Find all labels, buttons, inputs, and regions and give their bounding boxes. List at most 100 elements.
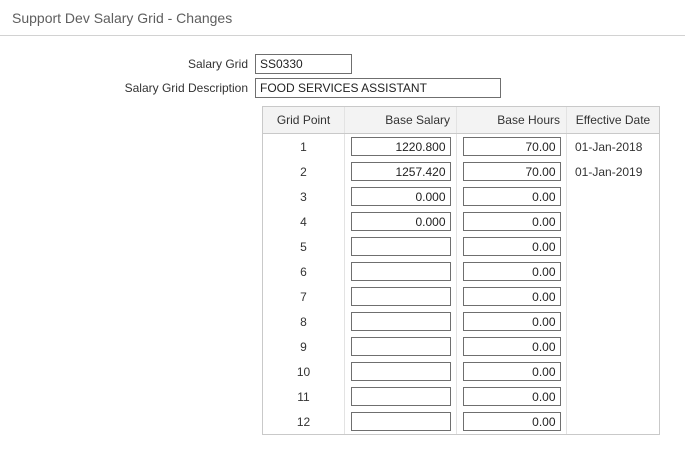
grid-point-value: 7 bbox=[263, 284, 345, 309]
base-hours-header: Base Hours bbox=[457, 107, 567, 133]
effective-date-value bbox=[567, 284, 659, 309]
grid-point-value: 3 bbox=[263, 184, 345, 209]
base-hours-input[interactable] bbox=[463, 237, 561, 256]
effective-date-value bbox=[567, 409, 659, 434]
base-hours-input[interactable] bbox=[463, 187, 561, 206]
salary-grid-label: Salary Grid bbox=[0, 57, 255, 71]
effective-date-value bbox=[567, 359, 659, 384]
grid-point-value: 2 bbox=[263, 159, 345, 184]
grid-point-value: 1 bbox=[263, 134, 345, 159]
base-hours-input[interactable] bbox=[463, 412, 561, 431]
grid-row: 3 bbox=[263, 184, 659, 209]
grid-row: 7 bbox=[263, 284, 659, 309]
base-hours-cell bbox=[457, 184, 567, 209]
base-hours-cell bbox=[457, 209, 567, 234]
base-salary-input[interactable] bbox=[351, 237, 451, 256]
grid-point-value: 5 bbox=[263, 234, 345, 259]
base-salary-input[interactable] bbox=[351, 262, 451, 281]
base-hours-input[interactable] bbox=[463, 212, 561, 231]
salary-grid-description-row: Salary Grid Description bbox=[0, 78, 685, 98]
base-salary-cell bbox=[345, 284, 457, 309]
base-salary-cell bbox=[345, 159, 457, 184]
base-salary-input[interactable] bbox=[351, 187, 451, 206]
base-salary-input[interactable] bbox=[351, 212, 451, 231]
grid-point-value: 12 bbox=[263, 409, 345, 434]
effective-date-value: 01-Jan-2018 bbox=[567, 134, 659, 159]
grid-row: 9 bbox=[263, 334, 659, 359]
page: Support Dev Salary Grid - Changes Salary… bbox=[0, 0, 685, 435]
base-salary-input[interactable] bbox=[351, 162, 451, 181]
base-salary-cell bbox=[345, 134, 457, 159]
base-hours-cell bbox=[457, 334, 567, 359]
base-salary-cell bbox=[345, 384, 457, 409]
base-hours-cell bbox=[457, 384, 567, 409]
grid-row: 10 bbox=[263, 359, 659, 384]
grid-table-body: 1 01-Jan-2018 2 01-Jan-2019 3456789101112 bbox=[263, 134, 659, 434]
base-hours-cell bbox=[457, 359, 567, 384]
effective-date-value bbox=[567, 309, 659, 334]
effective-date-value bbox=[567, 259, 659, 284]
grid-row: 8 bbox=[263, 309, 659, 334]
base-salary-cell bbox=[345, 309, 457, 334]
base-hours-input[interactable] bbox=[463, 262, 561, 281]
base-hours-cell bbox=[457, 134, 567, 159]
base-hours-cell bbox=[457, 259, 567, 284]
salary-grid-description-input[interactable] bbox=[255, 78, 501, 98]
grid-row: 11 bbox=[263, 384, 659, 409]
salary-grid-row: Salary Grid bbox=[0, 54, 685, 74]
base-salary-cell bbox=[345, 409, 457, 434]
grid-table-header: Grid Point Base Salary Base Hours Effect… bbox=[263, 107, 659, 134]
base-salary-input[interactable] bbox=[351, 137, 451, 156]
base-salary-cell bbox=[345, 234, 457, 259]
grid-point-value: 10 bbox=[263, 359, 345, 384]
effective-date-value bbox=[567, 184, 659, 209]
grid-point-value: 9 bbox=[263, 334, 345, 359]
base-salary-input[interactable] bbox=[351, 362, 451, 381]
grid-point-value: 8 bbox=[263, 309, 345, 334]
base-salary-input[interactable] bbox=[351, 387, 451, 406]
grid-row: 6 bbox=[263, 259, 659, 284]
base-hours-cell bbox=[457, 284, 567, 309]
grid-row: 2 01-Jan-2019 bbox=[263, 159, 659, 184]
salary-grid-table: Grid Point Base Salary Base Hours Effect… bbox=[262, 106, 660, 435]
base-hours-cell bbox=[457, 309, 567, 334]
base-hours-cell bbox=[457, 234, 567, 259]
effective-date-value bbox=[567, 234, 659, 259]
base-salary-cell bbox=[345, 334, 457, 359]
grid-point-value: 6 bbox=[263, 259, 345, 284]
base-hours-input[interactable] bbox=[463, 387, 561, 406]
base-salary-cell bbox=[345, 184, 457, 209]
base-hours-cell bbox=[457, 409, 567, 434]
effective-date-value: 01-Jan-2019 bbox=[567, 159, 659, 184]
base-hours-input[interactable] bbox=[463, 287, 561, 306]
base-hours-input[interactable] bbox=[463, 162, 561, 181]
grid-row: 12 bbox=[263, 409, 659, 434]
effective-date-value bbox=[567, 384, 659, 409]
effective-date-header: Effective Date bbox=[567, 107, 659, 133]
salary-grid-input[interactable] bbox=[255, 54, 352, 74]
base-salary-input[interactable] bbox=[351, 337, 451, 356]
base-salary-header: Base Salary bbox=[345, 107, 457, 133]
effective-date-value bbox=[567, 334, 659, 359]
base-salary-cell bbox=[345, 359, 457, 384]
base-hours-input[interactable] bbox=[463, 137, 561, 156]
base-hours-input[interactable] bbox=[463, 337, 561, 356]
grid-row: 1 01-Jan-2018 bbox=[263, 134, 659, 159]
effective-date-value bbox=[567, 209, 659, 234]
salary-grid-description-label: Salary Grid Description bbox=[0, 81, 255, 95]
base-hours-input[interactable] bbox=[463, 312, 561, 331]
base-salary-input[interactable] bbox=[351, 412, 451, 431]
grid-point-value: 11 bbox=[263, 384, 345, 409]
base-salary-cell bbox=[345, 259, 457, 284]
base-hours-cell bbox=[457, 159, 567, 184]
page-title: Support Dev Salary Grid - Changes bbox=[0, 0, 685, 35]
base-salary-input[interactable] bbox=[351, 287, 451, 306]
base-hours-input[interactable] bbox=[463, 362, 561, 381]
base-salary-input[interactable] bbox=[351, 312, 451, 331]
grid-point-value: 4 bbox=[263, 209, 345, 234]
grid-row: 4 bbox=[263, 209, 659, 234]
salary-grid-form: Salary Grid Salary Grid Description Grid… bbox=[0, 36, 685, 435]
base-salary-cell bbox=[345, 209, 457, 234]
grid-row: 5 bbox=[263, 234, 659, 259]
grid-point-header: Grid Point bbox=[263, 107, 345, 133]
